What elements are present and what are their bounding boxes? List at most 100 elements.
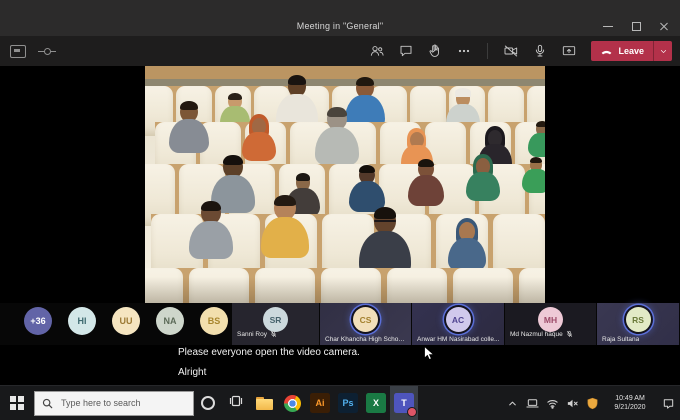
- strip-avatar-na[interactable]: NA: [156, 307, 184, 335]
- windows-taskbar: Ai Ps X T 10:49 AM 9/21/2020: [0, 385, 680, 420]
- avatar-initials: NA: [163, 316, 177, 326]
- close-icon[interactable]: [658, 20, 670, 32]
- maximize-icon[interactable]: [630, 20, 642, 32]
- torso: [528, 133, 545, 157]
- torso: [261, 217, 309, 259]
- raise-hand-icon: [429, 44, 440, 57]
- window-title: Meeting in "General": [296, 21, 384, 31]
- camera-off-icon: [505, 45, 518, 57]
- tiles-row: SR Sanni Roy CS Char Khancha High School…: [232, 303, 679, 345]
- taskbar-clock[interactable]: 10:49 AM 9/21/2020: [604, 394, 656, 412]
- gallery-icon[interactable]: [10, 44, 26, 58]
- mic-muted-icon: [270, 325, 277, 343]
- participant-tile-sr[interactable]: SR Sanni Roy: [232, 303, 319, 345]
- toggle-icon[interactable]: [38, 46, 56, 57]
- camera-button[interactable]: [500, 40, 522, 62]
- participant-figure: [261, 194, 309, 271]
- illustrator-button[interactable]: Ai: [306, 386, 334, 420]
- cortana-icon: [201, 396, 215, 410]
- torso: [466, 172, 500, 202]
- tile-initials: MH: [543, 314, 558, 325]
- task-view-button[interactable]: [222, 386, 250, 420]
- tile-name-row: Char Khancha High School...: [325, 336, 408, 343]
- strip-avatar-bs[interactable]: BS: [200, 307, 228, 335]
- laptop-icon: [525, 398, 539, 408]
- network-button[interactable]: [544, 395, 560, 411]
- strip-avatar-plus36[interactable]: +36: [24, 307, 52, 335]
- action-center-button[interactable]: [660, 395, 676, 411]
- cap: [455, 88, 471, 97]
- participant-figure: [359, 206, 411, 289]
- participants-icon: [371, 46, 385, 56]
- hair: [418, 159, 434, 168]
- torso: [448, 238, 486, 271]
- excel-button[interactable]: X: [362, 386, 390, 420]
- mic-button[interactable]: [529, 40, 551, 62]
- strip-avatar-hi[interactable]: HI: [68, 307, 96, 335]
- auditorium-seat: [453, 268, 513, 303]
- clock-time: 10:49 AM: [615, 395, 645, 402]
- participant-figure: [466, 154, 500, 210]
- auditorium-seat: [189, 268, 249, 303]
- cortana-button[interactable]: [194, 386, 222, 420]
- participant-tile-ac[interactable]: AC Anwar HM Nasirabad colle...: [412, 303, 504, 345]
- illustrator-icon: Ai: [310, 393, 330, 413]
- hair: [535, 121, 545, 128]
- tile-name: Char Khancha High School...: [325, 336, 408, 343]
- hair: [356, 77, 374, 87]
- tile-initials: RS: [632, 314, 644, 325]
- hair: [359, 165, 375, 174]
- search-input[interactable]: [59, 397, 186, 409]
- avatars-row: +36 HI UU NA BS: [24, 307, 228, 335]
- leave-label: Leave: [618, 46, 644, 56]
- participant-figure: [522, 156, 545, 201]
- leave-dropdown[interactable]: [654, 47, 672, 56]
- task-view-icon: [229, 394, 243, 413]
- chat-button[interactable]: [395, 40, 417, 62]
- tile-name-row: Md Nazmul haque: [510, 325, 593, 343]
- tile-initials: AC: [451, 314, 465, 325]
- strip-avatar-uu[interactable]: UU: [112, 307, 140, 335]
- leave-button[interactable]: Leave: [591, 41, 672, 61]
- participants-button[interactable]: [366, 40, 388, 62]
- tile-avatar: CS: [353, 307, 378, 332]
- chrome-button[interactable]: [278, 386, 306, 420]
- search-icon: [42, 398, 53, 408]
- auditorium-seat: [519, 268, 545, 303]
- shield-icon: [587, 397, 597, 409]
- chat-message: Alright: [178, 367, 207, 378]
- avatar-initials: HI: [77, 316, 87, 326]
- battery-button[interactable]: [524, 395, 540, 411]
- hair: [295, 173, 311, 181]
- participant-strip: +36 HI UU NA BS SR Sanni Roy CS Char Khancha…: [0, 303, 680, 345]
- teams-button[interactable]: T: [390, 385, 418, 420]
- hair: [529, 157, 543, 164]
- toolbar-right: Leave: [366, 40, 672, 62]
- leave-button-main[interactable]: Leave: [591, 45, 653, 58]
- hair: [201, 201, 221, 212]
- share-button[interactable]: [558, 40, 580, 62]
- participant-tile-rs[interactable]: RS Raja Sultana: [597, 303, 679, 345]
- hair: [228, 93, 242, 100]
- tile-name: Sanni Roy: [237, 330, 267, 338]
- taskbar-search[interactable]: [34, 390, 194, 416]
- minimize-icon[interactable]: [602, 20, 614, 32]
- tile-avatar: RS: [625, 307, 651, 332]
- share-screen-icon: [563, 46, 576, 56]
- tray-chevron-button[interactable]: [504, 395, 520, 411]
- photoshop-button[interactable]: Ps: [334, 386, 362, 420]
- more-icon: [459, 49, 470, 53]
- mic-muted-icon: [566, 325, 573, 343]
- action-center-icon: [663, 398, 673, 409]
- participant-tile-mh[interactable]: MH Md Nazmul haque: [505, 303, 596, 345]
- participant-tile-cs[interactable]: CS Char Khancha High School...: [320, 303, 411, 345]
- more-options-button[interactable]: [453, 40, 475, 62]
- mouse-cursor-icon: [424, 346, 435, 361]
- file-explorer-button[interactable]: [250, 386, 278, 420]
- start-button[interactable]: [0, 386, 34, 420]
- system-tray: 10:49 AM 9/21/2020: [504, 394, 680, 412]
- raise-hand-button[interactable]: [424, 40, 446, 62]
- security-button[interactable]: [584, 395, 600, 411]
- toolbar-left: [10, 44, 56, 58]
- volume-button[interactable]: [564, 395, 580, 411]
